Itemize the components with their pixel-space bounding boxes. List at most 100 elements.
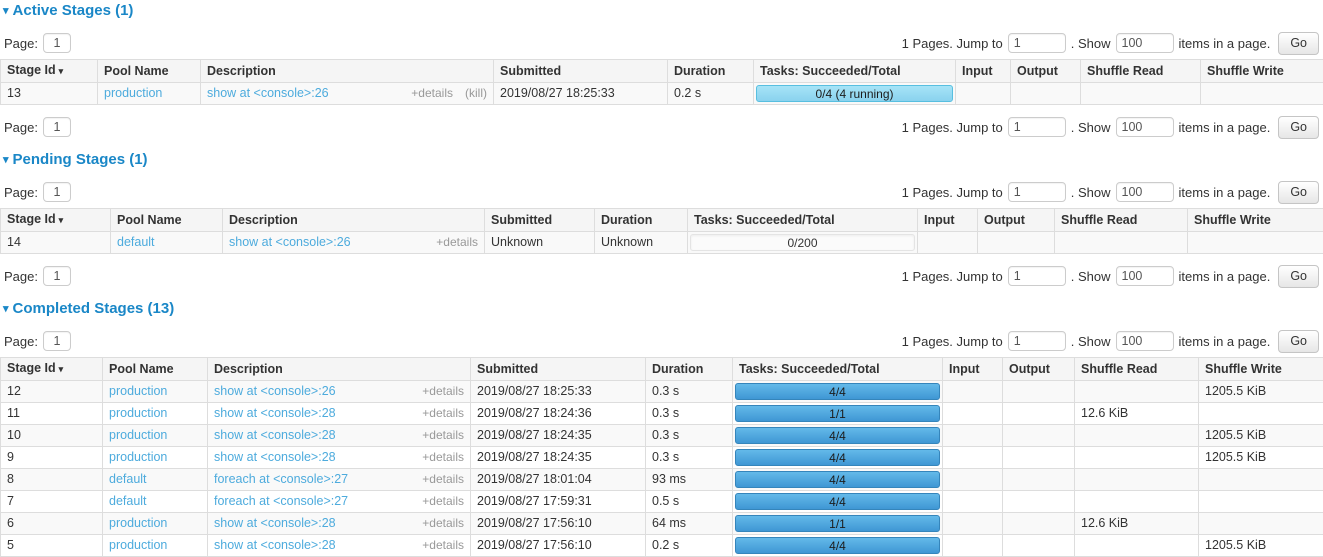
col-input[interactable]: Input (918, 209, 978, 232)
jump-to-input[interactable] (1008, 331, 1066, 351)
shuffle-write-cell (1201, 83, 1323, 105)
col-pool-name[interactable]: Pool Name (98, 60, 201, 83)
output-cell (1003, 447, 1075, 469)
col-output[interactable]: Output (978, 209, 1055, 232)
details-toggle[interactable]: +details (411, 86, 453, 100)
submitted-cell: 2019/08/27 18:24:35 (471, 425, 646, 447)
col-stage-id[interactable]: Stage Id▾ (1, 358, 103, 381)
kill-link[interactable]: (kill) (465, 86, 487, 100)
items-text: items in a page. (1179, 269, 1271, 284)
pool-name-link[interactable]: default (109, 494, 147, 508)
col-duration[interactable]: Duration (646, 358, 733, 381)
page-selector: Page: (4, 266, 71, 286)
col-description[interactable]: Description (201, 60, 494, 83)
show-items-input[interactable] (1116, 182, 1174, 202)
input-cell (943, 469, 1003, 491)
col-duration[interactable]: Duration (668, 60, 754, 83)
col-shuffle-write[interactable]: Shuffle Write (1188, 209, 1323, 232)
duration-cell: 0.3 s (646, 425, 733, 447)
col-submitted[interactable]: Submitted (494, 60, 668, 83)
go-button[interactable]: Go (1278, 330, 1319, 353)
active-stages-title[interactable]: ▾Active Stages (1) (3, 2, 1323, 21)
details-toggle[interactable]: +details (422, 516, 464, 531)
submitted-cell: Unknown (485, 232, 595, 254)
description-link[interactable]: show at <console>:26 (214, 384, 336, 399)
details-toggle[interactable]: +details (422, 494, 464, 509)
page-selector: Page: (4, 182, 71, 202)
description-link[interactable]: foreach at <console>:27 (214, 472, 348, 487)
jump-to-input[interactable] (1008, 117, 1066, 137)
description-link[interactable]: show at <console>:28 (214, 450, 336, 465)
col-tasks[interactable]: Tasks: Succeeded/Total (688, 209, 918, 232)
pool-name-link[interactable]: production (109, 428, 167, 442)
col-stage-id[interactable]: Stage Id▾ (1, 60, 98, 83)
col-description[interactable]: Description (208, 358, 471, 381)
col-shuffle-write[interactable]: Shuffle Write (1199, 358, 1323, 381)
pool-name-link[interactable]: default (117, 235, 155, 249)
col-pool-name[interactable]: Pool Name (111, 209, 223, 232)
col-duration[interactable]: Duration (595, 209, 688, 232)
shuffle-write-cell: 1205.5 KiB (1199, 425, 1323, 447)
col-output[interactable]: Output (1011, 60, 1081, 83)
details-toggle[interactable]: +details (422, 384, 464, 399)
details-toggle[interactable]: +details (436, 235, 478, 250)
col-shuffle-read[interactable]: Shuffle Read (1055, 209, 1188, 232)
col-input[interactable]: Input (943, 358, 1003, 381)
input-cell (956, 83, 1011, 105)
col-shuffle-write[interactable]: Shuffle Write (1201, 60, 1323, 83)
jump-to-input[interactable] (1008, 33, 1066, 53)
description-link[interactable]: show at <console>:28 (214, 406, 336, 421)
col-submitted[interactable]: Submitted (471, 358, 646, 381)
col-shuffle-read[interactable]: Shuffle Read (1081, 60, 1201, 83)
col-output[interactable]: Output (1003, 358, 1075, 381)
completed-stages-title[interactable]: ▾Completed Stages (13) (3, 300, 1323, 319)
description-link[interactable]: show at <console>:28 (214, 516, 336, 531)
jump-to-input[interactable] (1008, 182, 1066, 202)
col-shuffle-read[interactable]: Shuffle Read (1075, 358, 1199, 381)
description-link[interactable]: show at <console>:26 (207, 86, 329, 101)
description-link[interactable]: foreach at <console>:27 (214, 494, 348, 509)
go-button[interactable]: Go (1278, 181, 1319, 204)
duration-cell: 64 ms (646, 513, 733, 535)
pool-name-link[interactable]: production (109, 450, 167, 464)
show-items-input[interactable] (1116, 117, 1174, 137)
go-button[interactable]: Go (1278, 116, 1319, 139)
pool-name-link[interactable]: default (109, 472, 147, 486)
pool-name-link[interactable]: production (109, 406, 167, 420)
col-description[interactable]: Description (223, 209, 485, 232)
show-items-input[interactable] (1116, 33, 1174, 53)
col-stage-id[interactable]: Stage Id▾ (1, 209, 111, 232)
details-toggle[interactable]: +details (422, 538, 464, 553)
show-items-input[interactable] (1116, 266, 1174, 286)
page-number-input[interactable] (43, 117, 71, 137)
details-toggle[interactable]: +details (422, 406, 464, 421)
pending-stages-title[interactable]: ▾Pending Stages (1) (3, 151, 1323, 170)
pool-name-link[interactable]: production (109, 516, 167, 530)
col-submitted[interactable]: Submitted (485, 209, 595, 232)
pages-count-text: 1 Pages. Jump to (902, 334, 1003, 349)
col-pool-name[interactable]: Pool Name (103, 358, 208, 381)
description-link[interactable]: show at <console>:28 (214, 538, 336, 553)
col-tasks[interactable]: Tasks: Succeeded/Total (754, 60, 956, 83)
go-button[interactable]: Go (1278, 32, 1319, 55)
pending-stages-table: Stage Id▾ Pool Name Description Submitte… (0, 208, 1323, 254)
col-tasks[interactable]: Tasks: Succeeded/Total (733, 358, 943, 381)
page-number-input[interactable] (43, 182, 71, 202)
col-input[interactable]: Input (956, 60, 1011, 83)
details-toggle[interactable]: +details (422, 472, 464, 487)
submitted-cell: 2019/08/27 18:25:33 (494, 83, 668, 105)
table-header-row: Stage Id▾ Pool Name Description Submitte… (1, 358, 1323, 381)
show-items-input[interactable] (1116, 331, 1174, 351)
description-link[interactable]: show at <console>:26 (229, 235, 351, 250)
details-toggle[interactable]: +details (422, 428, 464, 443)
jump-to-input[interactable] (1008, 266, 1066, 286)
description-link[interactable]: show at <console>:28 (214, 428, 336, 443)
page-number-input[interactable] (43, 266, 71, 286)
details-toggle[interactable]: +details (422, 450, 464, 465)
page-number-input[interactable] (43, 33, 71, 53)
submitted-cell: 2019/08/27 17:59:31 (471, 491, 646, 513)
go-button[interactable]: Go (1278, 265, 1319, 288)
page-number-input[interactable] (43, 331, 71, 351)
pool-name-link[interactable]: production (104, 86, 162, 100)
pool-name-link[interactable]: production (109, 384, 167, 398)
